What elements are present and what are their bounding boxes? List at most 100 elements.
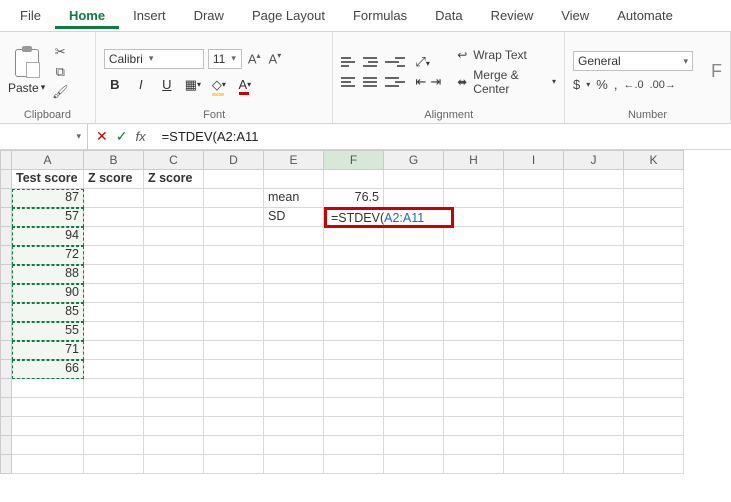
cell[interactable]: [504, 284, 564, 303]
cell[interactable]: [144, 322, 204, 341]
col-header-c[interactable]: C: [144, 150, 204, 170]
cell[interactable]: [564, 170, 624, 189]
cell[interactable]: [384, 360, 444, 379]
col-header-e[interactable]: E: [264, 150, 324, 170]
cell[interactable]: [564, 379, 624, 398]
fx-icon[interactable]: fx: [135, 129, 145, 144]
cell[interactable]: [384, 455, 444, 474]
cell[interactable]: [144, 455, 204, 474]
cell[interactable]: [384, 189, 444, 208]
tab-home[interactable]: Home: [55, 2, 119, 29]
cell[interactable]: [264, 436, 324, 455]
cell[interactable]: [84, 360, 144, 379]
cell[interactable]: [444, 189, 504, 208]
cell[interactable]: [324, 284, 384, 303]
cell[interactable]: [144, 246, 204, 265]
cell[interactable]: [624, 246, 684, 265]
cell[interactable]: [624, 284, 684, 303]
col-header-b[interactable]: B: [84, 150, 144, 170]
row-header[interactable]: [0, 379, 12, 398]
cell[interactable]: [144, 189, 204, 208]
cancel-icon[interactable]: ✕: [96, 128, 108, 145]
active-cell-f3[interactable]: =STDEV(A2:A11: [324, 207, 454, 228]
cell[interactable]: 55: [12, 322, 84, 341]
cell[interactable]: [144, 284, 204, 303]
col-header-i[interactable]: I: [504, 150, 564, 170]
cell[interactable]: [144, 398, 204, 417]
cell[interactable]: [84, 398, 144, 417]
cell[interactable]: [504, 455, 564, 474]
cell[interactable]: 76.5: [324, 189, 384, 208]
cell[interactable]: [204, 208, 264, 227]
cell[interactable]: [564, 341, 624, 360]
col-header-k[interactable]: K: [624, 150, 684, 170]
formula-input[interactable]: =STDEV(A2:A11: [154, 129, 731, 144]
col-header-h[interactable]: H: [444, 150, 504, 170]
cell[interactable]: [504, 246, 564, 265]
decrease-indent-icon[interactable]: ⇤: [415, 74, 426, 90]
percent-button[interactable]: %: [596, 77, 608, 92]
cell[interactable]: [624, 436, 684, 455]
cell[interactable]: [204, 379, 264, 398]
cell[interactable]: [204, 398, 264, 417]
increase-font-icon[interactable]: A▴: [246, 51, 263, 66]
cell[interactable]: [624, 360, 684, 379]
cell[interactable]: [384, 246, 444, 265]
cell[interactable]: [264, 398, 324, 417]
cell[interactable]: [624, 379, 684, 398]
cell[interactable]: [624, 170, 684, 189]
cell[interactable]: mean: [264, 189, 324, 208]
cell[interactable]: [144, 379, 204, 398]
underline-button[interactable]: U: [156, 75, 178, 95]
font-size-dropdown[interactable]: 11▾: [208, 49, 242, 69]
currency-button[interactable]: $: [573, 77, 580, 92]
cell[interactable]: [564, 436, 624, 455]
cell[interactable]: [12, 379, 84, 398]
cell[interactable]: [204, 436, 264, 455]
cell[interactable]: [564, 360, 624, 379]
row-header[interactable]: [0, 189, 12, 208]
cell[interactable]: [384, 436, 444, 455]
cell[interactable]: [324, 265, 384, 284]
cell[interactable]: [444, 398, 504, 417]
cell[interactable]: 72: [12, 246, 84, 265]
cell[interactable]: [144, 303, 204, 322]
increase-decimal-icon[interactable]: ←.0: [623, 79, 643, 91]
cell[interactable]: [264, 341, 324, 360]
row-header[interactable]: [0, 303, 12, 322]
cell[interactable]: [504, 265, 564, 284]
cell[interactable]: [444, 265, 504, 284]
cell[interactable]: [444, 322, 504, 341]
cell[interactable]: [564, 417, 624, 436]
cell[interactable]: [504, 398, 564, 417]
cell[interactable]: 94: [12, 227, 84, 246]
cell[interactable]: [384, 417, 444, 436]
increase-indent-icon[interactable]: ⇥: [430, 74, 441, 90]
wrap-text-button[interactable]: ↩Wrap Text: [457, 48, 556, 62]
cell[interactable]: [504, 379, 564, 398]
font-color-button[interactable]: A▾: [234, 75, 256, 95]
cell[interactable]: [444, 379, 504, 398]
cell[interactable]: [504, 341, 564, 360]
cell[interactable]: [564, 455, 624, 474]
cell[interactable]: [144, 341, 204, 360]
cell[interactable]: [564, 189, 624, 208]
cell[interactable]: 90: [12, 284, 84, 303]
cell[interactable]: 57: [12, 208, 84, 227]
cell[interactable]: [504, 303, 564, 322]
merge-center-button[interactable]: ⬌Merge & Center▾: [457, 68, 556, 96]
cell[interactable]: [504, 189, 564, 208]
cell[interactable]: [324, 436, 384, 455]
cell[interactable]: [624, 417, 684, 436]
cell[interactable]: [384, 303, 444, 322]
cell[interactable]: [264, 417, 324, 436]
cell[interactable]: [504, 208, 564, 227]
cell[interactable]: [84, 322, 144, 341]
cell[interactable]: [264, 379, 324, 398]
cell[interactable]: 88: [12, 265, 84, 284]
cell[interactable]: [324, 379, 384, 398]
italic-button[interactable]: I: [130, 75, 152, 95]
cell[interactable]: [504, 417, 564, 436]
cell[interactable]: [624, 227, 684, 246]
tab-automate[interactable]: Automate: [603, 2, 687, 29]
